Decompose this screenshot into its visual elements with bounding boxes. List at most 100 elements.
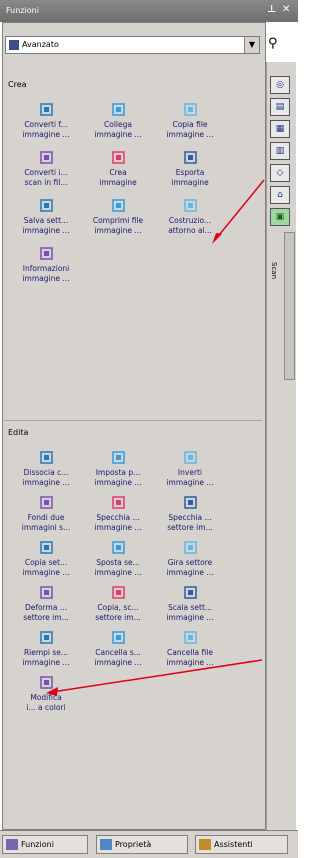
tool-item-label: Crea — [109, 168, 127, 177]
create-image-icon — [111, 150, 126, 165]
mode-select[interactable]: Avanzato ▼ — [5, 36, 260, 54]
tool-item-sublabel: immagine ... — [22, 130, 70, 139]
tool-item-label: Salva sett... — [23, 216, 69, 225]
tool-item-sublabel: immagine ... — [166, 613, 214, 622]
tool-item[interactable]: Imposta p... immagine ... — [82, 450, 154, 488]
tab-assistenti[interactable]: Assistenti — [195, 835, 288, 854]
tool-item-label: Copia, sc... — [97, 603, 139, 612]
delete-sector-icon — [111, 630, 126, 645]
close-icon[interactable]: ✕ — [282, 4, 290, 15]
tool-3-icon[interactable]: ▦ — [270, 120, 290, 138]
panel-title: Funzioni — [6, 6, 39, 15]
build-around-icon — [183, 198, 198, 213]
tool-item-sublabel: immagine ... — [94, 568, 142, 577]
tab-funzioni[interactable]: Funzioni — [2, 835, 88, 854]
tool-6-icon[interactable]: ⌂ — [270, 186, 290, 204]
tool-item-sublabel: immagine ... — [94, 478, 142, 487]
copy-file-icon — [183, 102, 198, 117]
tool-item-sublabel: immagine ... — [22, 226, 70, 235]
tool-item-sublabel: i... a colori — [26, 703, 66, 712]
convert-icon — [39, 102, 54, 117]
tool-item-label: Gira settore — [167, 558, 213, 567]
tool-item[interactable]: Deforma ... settore im... — [10, 585, 82, 623]
pin-icon[interactable]: ⊥ — [267, 4, 276, 15]
mirror-sector-icon — [183, 495, 198, 510]
tool-item-label: Informazioni — [22, 264, 70, 273]
tool-item[interactable]: Modifica i... a colori — [10, 675, 82, 713]
tool-4-icon[interactable]: ▥ — [270, 142, 290, 160]
tool-item-sublabel: immagine — [171, 178, 209, 187]
invert-icon — [183, 450, 198, 465]
tool-item[interactable]: Copia set... immagine ... — [10, 540, 82, 578]
tool-item-label: Comprimi file — [92, 216, 144, 225]
modify-colors-icon — [39, 675, 54, 690]
tool-item[interactable]: Scala sett... immagine ... — [154, 585, 226, 623]
tool-item-sublabel: immagine — [99, 178, 137, 187]
tool-item-label: Collega — [104, 120, 132, 129]
tool-item[interactable]: Inverti immagine ... — [154, 450, 226, 488]
tool-item[interactable]: Collega immagine ... — [82, 102, 154, 140]
tool-item-sublabel: immagine ... — [166, 478, 214, 487]
tool-item-sublabel: attorno al... — [168, 226, 212, 235]
tool-item-sublabel: immagine ... — [94, 226, 142, 235]
tool-item[interactable]: Copia file immagine ... — [154, 102, 226, 140]
info-icon — [39, 246, 54, 261]
tool-item[interactable]: Converti i... scan in fil... — [10, 150, 82, 188]
tool-item-label: Copia file — [172, 120, 208, 129]
tool-item-label: Cancella file — [167, 648, 213, 657]
delete-file-icon — [183, 630, 198, 645]
tool-item[interactable]: Gira settore immagine ... — [154, 540, 226, 578]
tool-item-label: Specchia ... — [96, 513, 140, 522]
copy-scale-icon — [111, 585, 126, 600]
mirror-icon — [111, 495, 126, 510]
tool-item[interactable]: Informazioni immagine ... — [10, 246, 82, 284]
set-icon — [111, 450, 126, 465]
section-heading-crea: Crea — [8, 80, 27, 89]
scrollbar[interactable] — [284, 232, 295, 380]
tool-1-icon[interactable]: ◎ — [270, 76, 290, 94]
copy-sector-icon — [39, 540, 54, 555]
tool-item[interactable]: Crea immagine — [82, 150, 154, 188]
tool-item-sublabel: immagine ... — [22, 274, 70, 283]
tool-item-label: Costruzio... — [168, 216, 212, 225]
tool-item[interactable]: Comprimi file immagine ... — [82, 198, 154, 236]
tool-item-sublabel: immagine ... — [166, 568, 214, 577]
tool-item-label: Fondi due — [27, 513, 65, 522]
tool-item[interactable]: Specchia ... immagine ... — [82, 495, 154, 533]
chevron-down-icon[interactable]: ▼ — [244, 37, 259, 53]
tool-item[interactable]: Sposta se... immagine ... — [82, 540, 154, 578]
tab-label: Assistenti — [214, 840, 253, 849]
tool-item[interactable]: Riempi se... immagine ... — [10, 630, 82, 668]
tool-item[interactable]: Specchia ... settore im... — [154, 495, 226, 533]
tool-item-sublabel: immagine ... — [22, 478, 70, 487]
scale-sector-icon — [183, 585, 198, 600]
tool-item-label: Sposta se... — [96, 558, 140, 567]
tool-item[interactable]: Dissocia c... immagine ... — [10, 450, 82, 488]
tool-5-icon[interactable]: ◇ — [270, 164, 290, 182]
tool-item-sublabel: immagine ... — [166, 130, 214, 139]
export-icon — [183, 150, 198, 165]
tool-item-sublabel: immagine ... — [22, 658, 70, 667]
tool-item-label: Esporta — [175, 168, 205, 177]
tool-item-sublabel: settore im... — [23, 613, 69, 622]
scan-tool-icon[interactable]: ▣ — [270, 208, 290, 226]
tool-item-sublabel: settore im... — [95, 613, 141, 622]
binoculars-icon[interactable]: ⚲ — [268, 36, 278, 51]
mode-icon — [9, 40, 19, 50]
section-heading-edita: Edita — [8, 428, 29, 437]
tool-item[interactable]: Copia, sc... settore im... — [82, 585, 154, 623]
tool-item[interactable]: Costruzio... attorno al... — [154, 198, 226, 236]
tool-item[interactable]: Salva sett... immagine ... — [10, 198, 82, 236]
tab-label: Proprietà — [115, 840, 152, 849]
tab-proprieta[interactable]: Proprietà — [96, 835, 188, 854]
panel-title-bar: Funzioni ⊥ ✕ — [0, 0, 298, 22]
tool-2-icon[interactable]: ▤ — [270, 98, 290, 116]
tool-item-label: Riempi se... — [23, 648, 69, 657]
fill-icon — [39, 630, 54, 645]
tool-item[interactable]: Esporta immagine — [154, 150, 226, 188]
tool-item[interactable]: Cancella file immagine ... — [154, 630, 226, 668]
tool-item[interactable]: Cancella s... immagine ... — [82, 630, 154, 668]
tool-item[interactable]: Converti f... immagine ... — [10, 102, 82, 140]
tool-item-label: Copia set... — [24, 558, 68, 567]
tool-item[interactable]: Fondi due immagini s... — [10, 495, 82, 533]
